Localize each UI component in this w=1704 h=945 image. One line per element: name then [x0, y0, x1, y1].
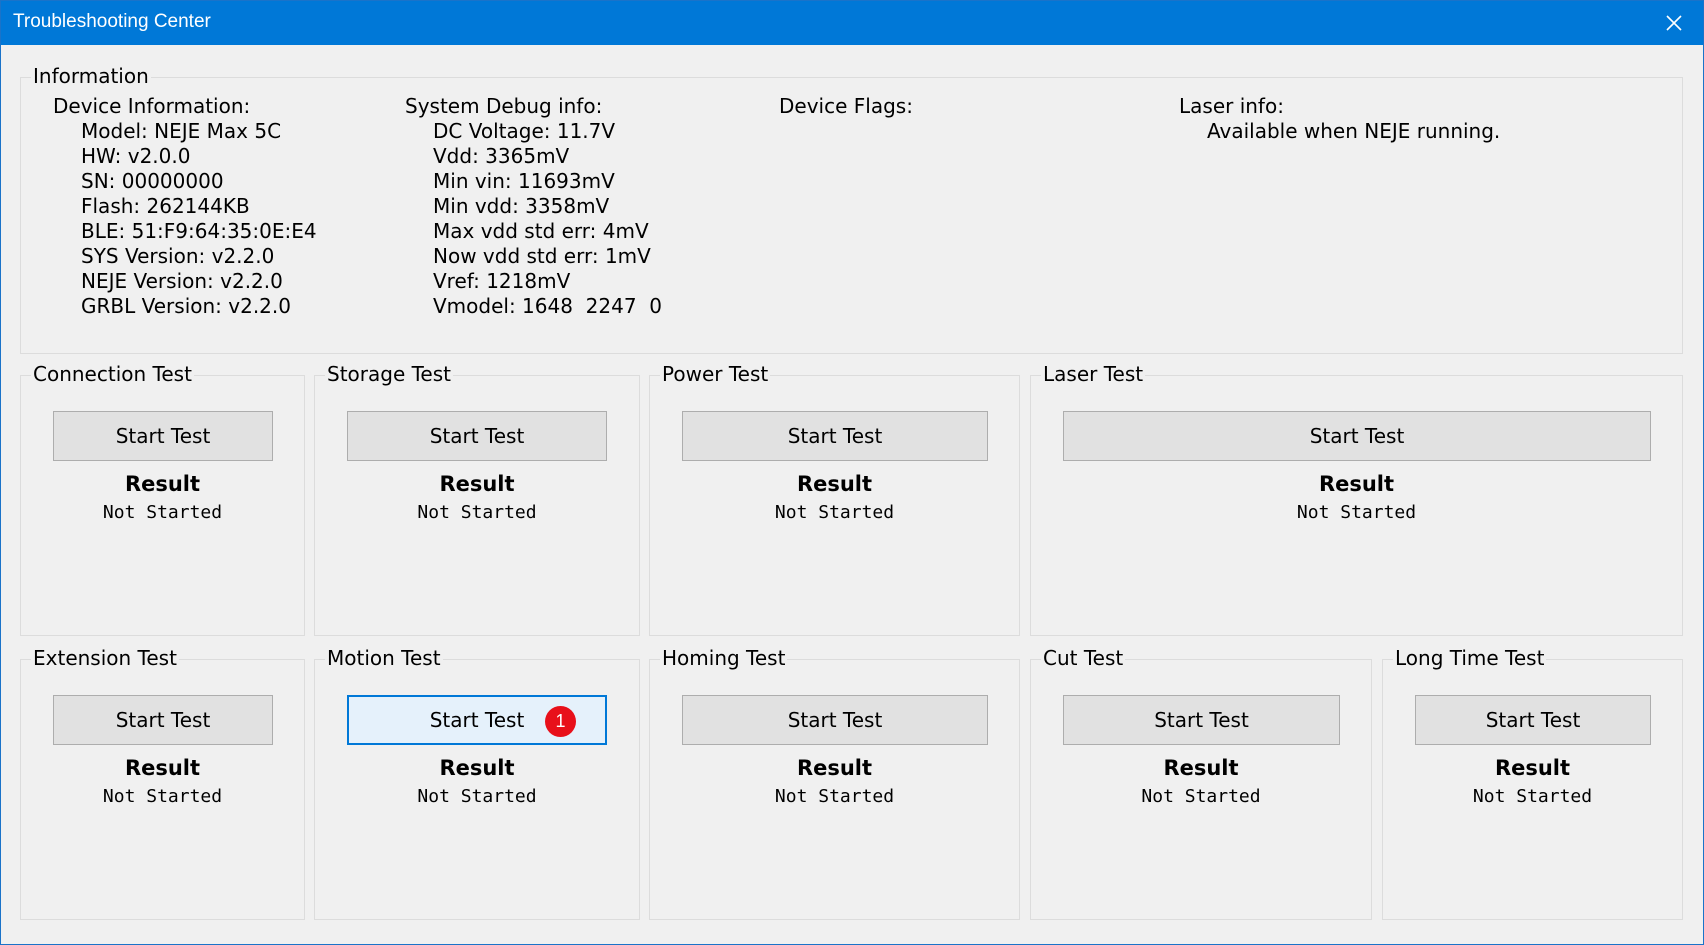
debug-dc-voltage: DC Voltage: 11.7V: [433, 119, 616, 143]
laser-info-text: Available when NEJE running.: [1207, 119, 1501, 143]
device-info-hw: HW: v2.0.0: [81, 144, 191, 168]
storage-test-title: Storage Test: [325, 361, 453, 387]
homing-start-test-button[interactable]: Start Test: [682, 695, 988, 745]
debug-min-vdd: Min vdd: 3358mV: [433, 194, 610, 218]
long-time-result-label: Result: [1494, 756, 1571, 780]
device-information: Device Information: Model: NEJE Max 5C H…: [53, 94, 317, 319]
debug-now-vdd-err: Now vdd std err: 1mV: [433, 244, 651, 268]
storage-start-test-button[interactable]: Start Test: [347, 411, 607, 461]
device-info-sn: SN: 00000000: [81, 169, 224, 193]
extension-start-test-button[interactable]: Start Test: [53, 695, 273, 745]
device-info-ble: BLE: 51:F9:64:35:0E:E4: [81, 219, 317, 243]
laser-info-heading: Laser info:: [1179, 94, 1284, 118]
debug-vdd: Vdd: 3365mV: [433, 144, 570, 168]
annotation-badge: 1: [545, 706, 576, 737]
device-info-neje-version: NEJE Version: v2.2.0: [81, 269, 283, 293]
extension-test-group: Extension Test Start Test Result Not Sta…: [20, 645, 305, 920]
laser-result-status: Not Started: [1296, 502, 1417, 523]
motion-test-title: Motion Test: [325, 645, 443, 671]
debug-vref: Vref: 1218mV: [433, 269, 571, 293]
debug-max-vdd-err: Max vdd std err: 4mV: [433, 219, 649, 243]
system-debug-heading: System Debug info:: [405, 94, 603, 118]
close-icon: [1666, 15, 1682, 31]
long-time-test-title: Long Time Test: [1393, 645, 1547, 671]
cut-test-group: Cut Test Start Test Result Not Started: [1030, 645, 1372, 920]
long-time-start-test-button[interactable]: Start Test: [1415, 695, 1651, 745]
device-info-model: Model: NEJE Max 5C: [81, 119, 282, 143]
laser-test-group: Laser Test Start Test Result Not Started: [1030, 361, 1683, 636]
information-group-title: Information: [31, 63, 151, 89]
device-flags-heading: Device Flags:: [779, 94, 913, 118]
cut-result-label: Result: [1163, 756, 1239, 780]
long-time-result-status: Not Started: [1472, 786, 1593, 807]
power-test-title: Power Test: [660, 361, 771, 387]
connection-test-group: Connection Test Start Test Result Not St…: [20, 361, 305, 636]
connection-start-test-button[interactable]: Start Test: [53, 411, 273, 461]
cut-result-status: Not Started: [1141, 786, 1261, 807]
homing-result-label: Result: [796, 756, 873, 780]
laser-info: Laser info: Available when NEJE running.: [1179, 94, 1500, 144]
cut-test-title: Cut Test: [1041, 645, 1126, 671]
homing-test-title: Homing Test: [660, 645, 788, 671]
troubleshooting-window: Troubleshooting Center Information Devic…: [0, 0, 1704, 945]
homing-test-group: Homing Test Start Test Result Not Starte…: [649, 645, 1020, 920]
connection-result-status: Not Started: [102, 502, 223, 523]
power-start-test-button[interactable]: Start Test: [682, 411, 988, 461]
laser-test-title: Laser Test: [1041, 361, 1146, 387]
homing-result-status: Not Started: [774, 786, 895, 807]
laser-result-label: Result: [1318, 472, 1395, 496]
connection-result-label: Result: [124, 472, 201, 496]
device-flags: Device Flags:: [779, 94, 913, 119]
connection-test-title: Connection Test: [31, 361, 194, 387]
device-info-sys-version: SYS Version: v2.2.0: [81, 244, 275, 268]
motion-test-group: Motion Test Start Test 1 Result Not Star…: [314, 645, 640, 920]
laser-start-test-button[interactable]: Start Test: [1063, 411, 1651, 461]
device-info-flash: Flash: 262144KB: [81, 194, 250, 218]
window-title: Troubleshooting Center: [13, 11, 211, 32]
extension-result-status: Not Started: [102, 786, 223, 807]
debug-vmodel: Vmodel: 1648 2247 0: [433, 294, 663, 318]
close-button[interactable]: [1645, 1, 1703, 45]
device-information-heading: Device Information:: [53, 94, 251, 118]
storage-test-group: Storage Test Start Test Result Not Start…: [314, 361, 640, 636]
power-result-label: Result: [796, 472, 873, 496]
extension-result-label: Result: [124, 756, 201, 780]
long-time-test-group: Long Time Test Start Test Result Not Sta…: [1382, 645, 1683, 920]
system-debug-info: System Debug info: DC Voltage: 11.7V Vdd…: [405, 94, 662, 319]
storage-result-label: Result: [439, 472, 515, 496]
debug-min-vin: Min vin: 11693mV: [433, 169, 615, 193]
cut-start-test-button[interactable]: Start Test: [1063, 695, 1340, 745]
title-bar: Troubleshooting Center: [1, 1, 1703, 45]
storage-result-status: Not Started: [417, 502, 537, 523]
device-info-grbl-version: GRBL Version: v2.2.0: [81, 294, 291, 318]
motion-result-status: Not Started: [417, 786, 537, 807]
power-test-group: Power Test Start Test Result Not Started: [649, 361, 1020, 636]
extension-test-title: Extension Test: [31, 645, 179, 671]
motion-result-label: Result: [439, 756, 515, 780]
power-result-status: Not Started: [774, 502, 895, 523]
